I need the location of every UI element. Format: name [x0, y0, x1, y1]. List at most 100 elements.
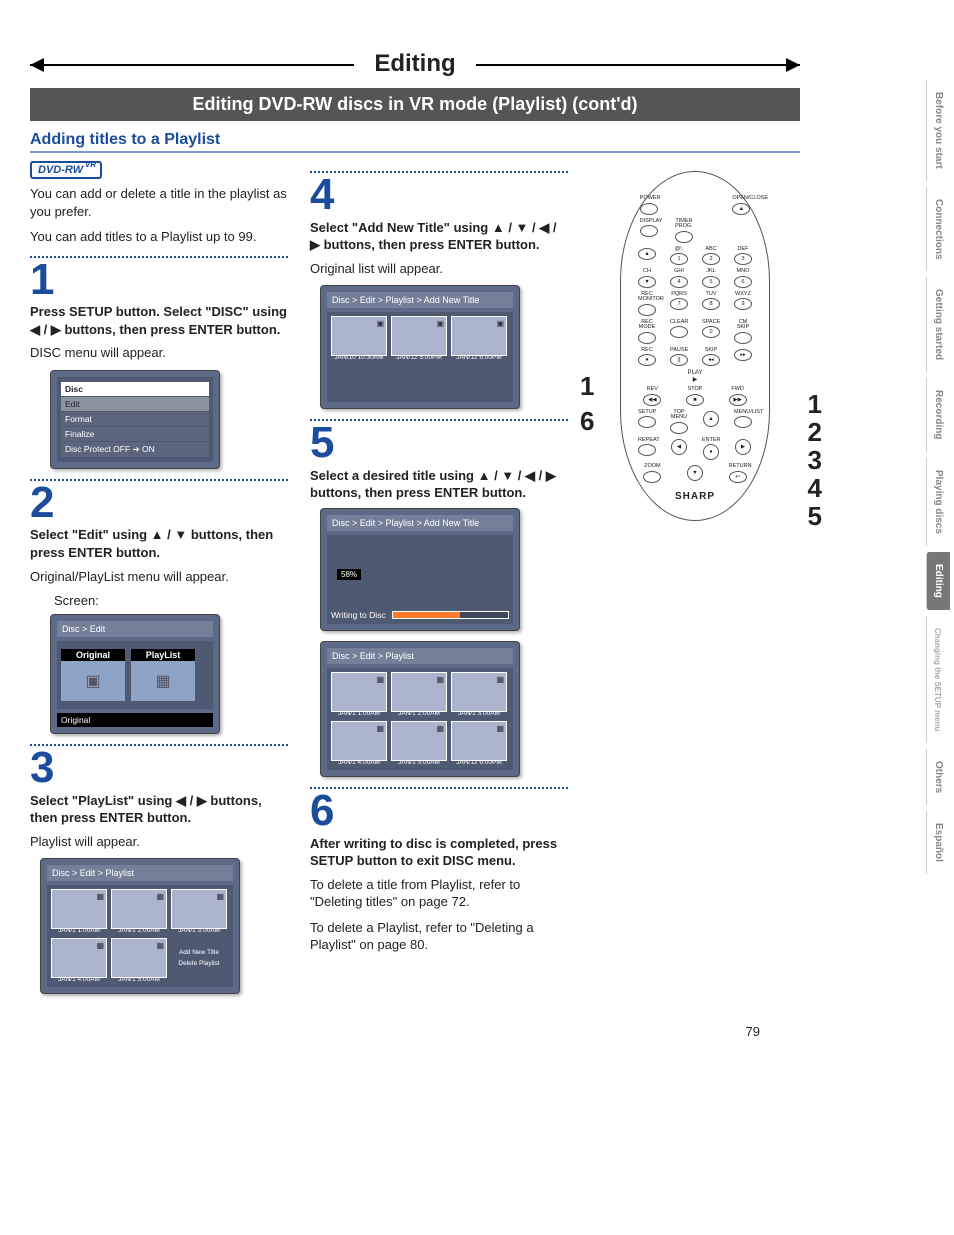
digit-3-button[interactable]: 3: [734, 253, 752, 265]
digit-0-button[interactable]: 0: [702, 326, 720, 338]
divider: [310, 419, 568, 421]
step-6-para2: To delete a Playlist, refer to "Deleting…: [310, 919, 568, 954]
step-4-bold: Select "Add New Title" using ▲ / ▼ / ◀ /…: [310, 219, 568, 254]
divider: [30, 256, 288, 258]
divider: [30, 744, 288, 746]
breadcrumb: Disc > Edit > Playlist > Add New Title: [327, 515, 513, 531]
tab-others[interactable]: Others: [926, 749, 950, 805]
playlist-thumb: ▦: [391, 721, 447, 761]
step-1-bold: Press SETUP button. Select "DISC" using …: [30, 303, 288, 338]
column-left: DVD-RWVR You can add or delete a title i…: [30, 161, 288, 1004]
original-card: Original ▣: [61, 649, 125, 701]
display-button[interactable]: [640, 225, 658, 237]
playlist-thumb: ▦: [111, 889, 167, 929]
callout-6: 6: [580, 406, 594, 437]
disc-badge-text: DVD-RW: [38, 164, 83, 176]
tab-getting-started[interactable]: Getting started: [926, 277, 950, 372]
playlist-thumb: ▦: [451, 721, 507, 761]
playlist-thumb: ▦: [51, 889, 107, 929]
clear-button[interactable]: [670, 326, 688, 338]
play-label: PLAY: [688, 370, 703, 376]
ch-down-button[interactable]: ▼: [638, 276, 656, 288]
column-right: 1 6 1 2 3 4 5 POWER OPEN/CLOSE▲ DISPLAY …: [590, 161, 800, 1004]
cm-skip-button[interactable]: [734, 332, 752, 344]
setup-button[interactable]: [638, 416, 656, 428]
timer-prog-button[interactable]: [675, 231, 693, 243]
fwd-button[interactable]: ▶▶: [729, 394, 747, 406]
power-button[interactable]: [640, 203, 658, 215]
tab-recording[interactable]: Recording: [926, 378, 950, 451]
step-2-screenshot: Disc > Edit Original ▣ PlayList ▦ Origin…: [50, 614, 220, 734]
open-close-button[interactable]: ▲: [732, 203, 750, 215]
ch-up-button[interactable]: ▲: [638, 248, 656, 260]
disc-menu-item: Disc Protect OFF ➔ ON: [61, 442, 209, 457]
enter-button[interactable]: ●: [703, 444, 719, 460]
tab-playing-discs[interactable]: Playing discs: [926, 458, 950, 546]
page-heading: Editing: [354, 50, 475, 78]
callout-r5: 5: [808, 501, 822, 532]
step-3-screenshot: Disc > Edit > Playlist ▦JAN/1 1:00AM ▦JA…: [40, 858, 240, 994]
down-button[interactable]: ▼: [687, 465, 703, 481]
callout-r2: 2: [808, 417, 822, 448]
screenshot-footer: Original: [57, 713, 213, 727]
stop-button[interactable]: ■: [686, 394, 704, 406]
tab-changing-setup[interactable]: Changing the SETUP menu: [926, 616, 948, 743]
digit-7-button[interactable]: 7: [670, 298, 688, 310]
left-button[interactable]: ◀: [671, 439, 687, 455]
section-title: Adding titles to a Playlist: [30, 131, 800, 153]
breadcrumb: Disc > Edit: [57, 621, 213, 637]
digit-8-button[interactable]: 8: [702, 298, 720, 310]
step-5-screenshot-progress: Disc > Edit > Playlist > Add New Title 5…: [320, 508, 520, 631]
disc-badge: DVD-RWVR: [30, 161, 102, 179]
digit-9-button[interactable]: 9: [734, 298, 752, 310]
rec-monitor-button[interactable]: [638, 304, 656, 316]
step-2-number: 2: [30, 483, 288, 523]
return-button[interactable]: ↩: [729, 471, 747, 483]
step-1-screenshot: Disc Edit Format Finalize Disc Protect O…: [50, 370, 220, 469]
step-3-bold: Select "PlayList" using ◀ / ▶ buttons, t…: [30, 792, 288, 827]
title-thumb: ▣: [391, 316, 447, 356]
digit-1-button[interactable]: 1: [670, 253, 688, 265]
playlist-thumb: ▦: [111, 938, 167, 978]
callout-r3: 3: [808, 445, 822, 476]
breadcrumb: Disc > Edit > Playlist: [47, 865, 233, 881]
rec-button[interactable]: ●: [638, 354, 656, 366]
skip-fwd-button[interactable]: ▸▸: [734, 349, 752, 361]
rec-mode-button[interactable]: [638, 332, 656, 344]
tab-espanol[interactable]: Español: [926, 811, 950, 874]
zoom-button[interactable]: [643, 471, 661, 483]
tab-before-you-start[interactable]: Before you start: [926, 80, 950, 181]
digit-2-button[interactable]: 2: [702, 253, 720, 265]
playlist-thumb: ▦: [171, 889, 227, 929]
skip-back-button[interactable]: ◂◂: [702, 354, 720, 366]
sub-banner: Editing DVD-RW discs in VR mode (Playlis…: [30, 88, 800, 121]
playlist-options: Add New Title Delete Playlist: [171, 938, 227, 978]
breadcrumb: Disc > Edit > Playlist: [327, 648, 513, 664]
up-button[interactable]: ▲: [703, 411, 719, 427]
playlist-thumb: ▦: [331, 672, 387, 712]
progress-percent: 58%: [337, 569, 361, 580]
step-1-note: DISC menu will appear.: [30, 344, 288, 362]
remote-control: POWER OPEN/CLOSE▲ DISPLAY TIMER PROG. ▲ …: [620, 171, 770, 521]
tab-editing[interactable]: Editing: [926, 552, 950, 610]
top-menu-button[interactable]: [670, 422, 688, 434]
digit-4-button[interactable]: 4: [670, 276, 688, 288]
step-3-number: 3: [30, 748, 288, 788]
tab-connections[interactable]: Connections: [926, 187, 950, 272]
rev-button[interactable]: ◀◀: [643, 394, 661, 406]
digit-6-button[interactable]: 6: [734, 276, 752, 288]
right-button[interactable]: ▶: [735, 439, 751, 455]
digit-5-button[interactable]: 5: [702, 276, 720, 288]
pause-button[interactable]: ∥: [670, 354, 688, 366]
intro-text-1: You can add or delete a title in the pla…: [30, 185, 288, 220]
playlist-thumb: ▦: [391, 672, 447, 712]
disc-menu-title: Disc: [61, 382, 209, 396]
step-1-number: 1: [30, 260, 288, 300]
callout-r4: 4: [808, 473, 822, 504]
playlist-thumb: ▦: [51, 938, 107, 978]
repeat-button[interactable]: [638, 444, 656, 456]
step-4-screenshot: Disc > Edit > Playlist > Add New Title ▣…: [320, 285, 520, 409]
menu-list-button[interactable]: [734, 416, 752, 428]
step-4-number: 4: [310, 175, 568, 215]
intro-text-2: You can add titles to a Playlist up to 9…: [30, 228, 288, 246]
